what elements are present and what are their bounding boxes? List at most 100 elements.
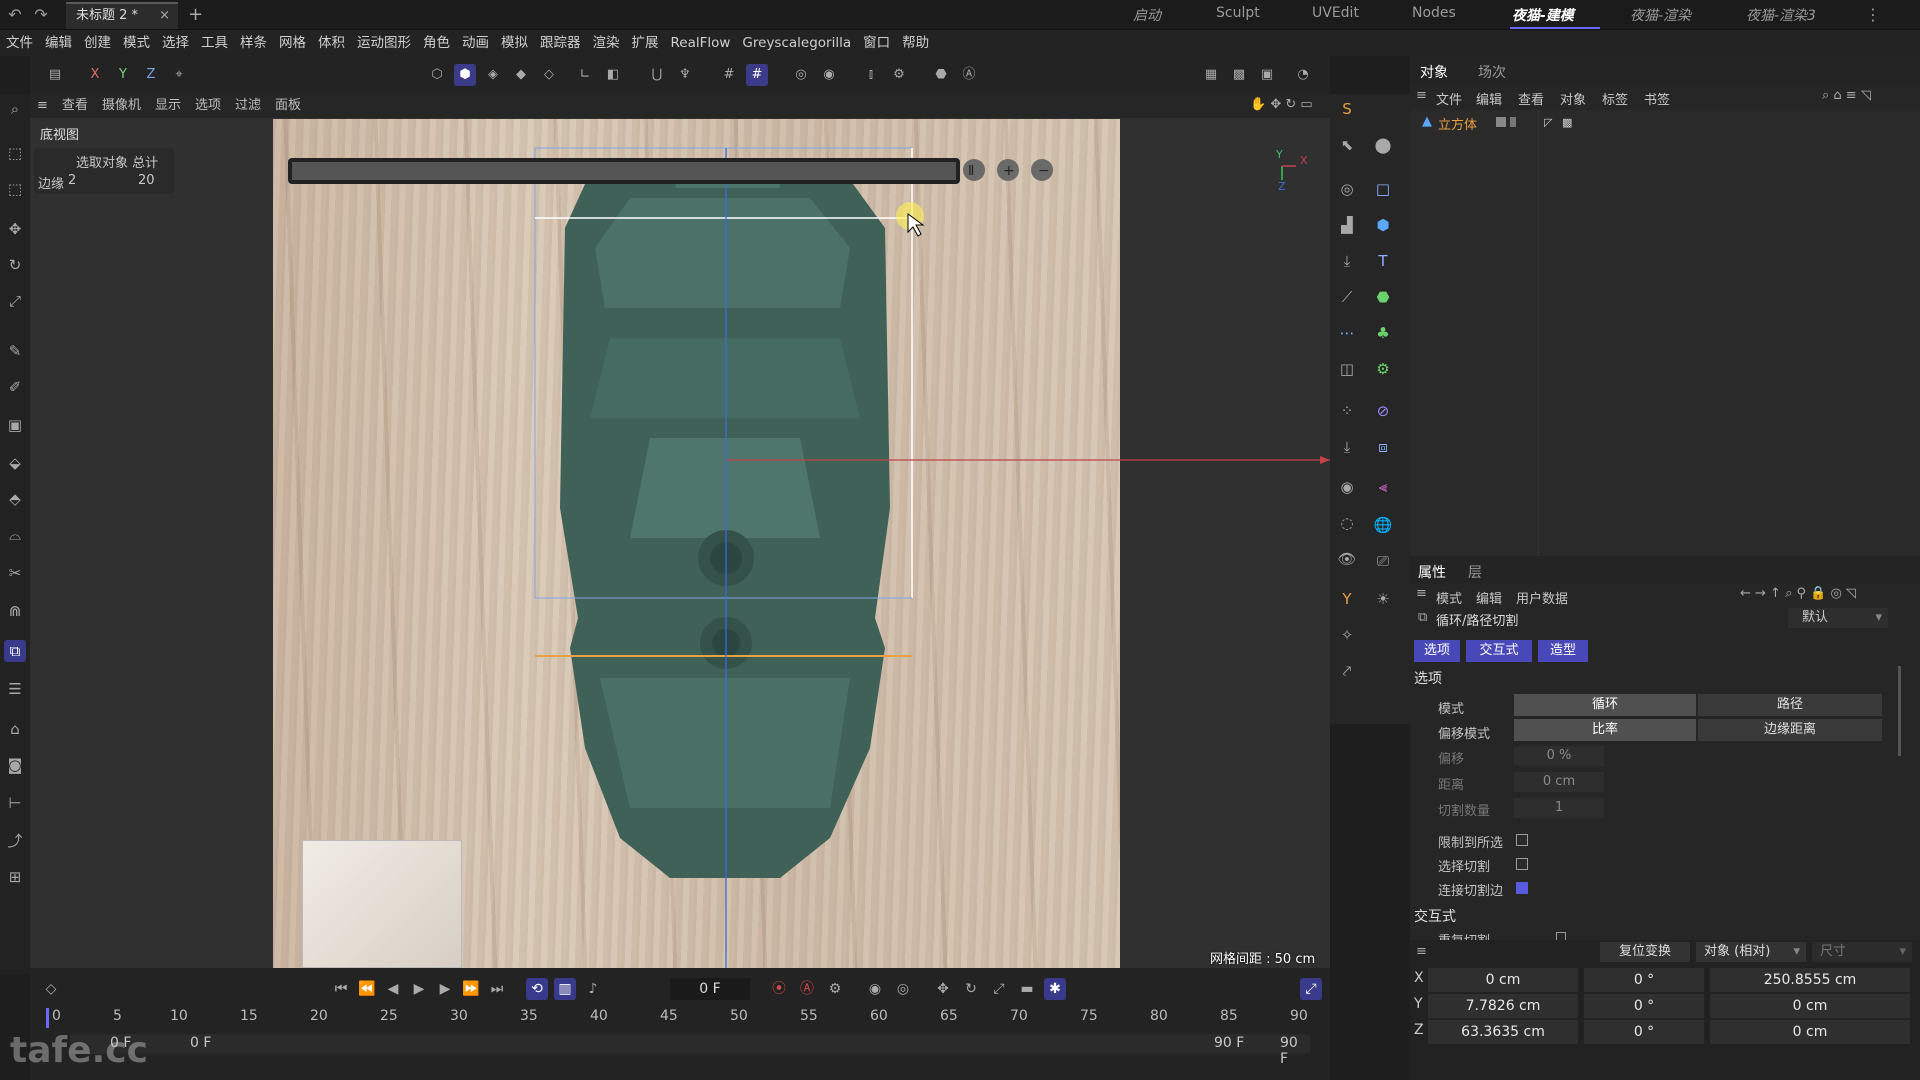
pos-x-field[interactable]: 0 cm [1428,968,1578,992]
layout-tab-render[interactable]: 夜猫-渲染 [1630,5,1691,25]
soft-select-icon[interactable]: ⤴ [4,830,26,852]
render-picture-icon[interactable]: ▩ [1228,64,1250,86]
playhead[interactable] [46,1008,49,1028]
axis-y-toggle[interactable]: Y [112,64,134,86]
objects-menu-edit[interactable]: 编辑 [1476,89,1502,108]
bevel-icon[interactable]: ⬘ [4,488,26,510]
menu-create[interactable]: 创建 [78,30,117,56]
light-icon[interactable]: ☀ [1372,588,1394,610]
menu-render[interactable]: 渲染 [587,30,626,56]
measure-icon[interactable]: ⊞ [4,866,26,888]
viewport-menu-icon[interactable]: ≡ [30,94,55,118]
render-queue-icon[interactable]: ▣ [1256,64,1278,86]
undo-icon[interactable]: ↶ [4,4,26,26]
key-pla-icon[interactable]: ✱ [1044,978,1066,1000]
frame-ruler[interactable]: 0 5 10 15 20 25 30 35 40 45 50 55 60 65 … [42,1006,1322,1032]
preview-range-bar[interactable]: 0 F 0 F 90 F 90 F [70,1034,1310,1067]
scale-icon[interactable]: ⤢ [4,290,26,312]
viewport-menu-options[interactable]: 选项 [188,94,228,118]
polygons-mode-icon[interactable]: ◇ [538,64,560,86]
grid-dots-icon[interactable]: ⁘ [1336,400,1358,422]
motion-icon[interactable]: ◉ [864,978,886,1000]
size-z-field[interactable]: 0 cm [1710,1020,1910,1044]
floor-icon[interactable]: ▟ [1336,214,1358,236]
record-icon[interactable]: ⦿ [768,978,790,1000]
tab-objects[interactable]: 对象 [1420,62,1448,82]
knife-icon[interactable]: ✂ [4,562,26,584]
menu-tools[interactable]: 工具 [195,30,234,56]
coords-menu-icon[interactable]: ≡ [1416,944,1427,959]
axis-z-toggle[interactable]: Z [140,64,162,86]
auto-key-record-icon[interactable]: Ⓐ [796,978,818,1000]
extrude-icon[interactable]: ⬙ [4,452,26,474]
prev-key-icon[interactable]: ⏪ [356,978,378,1000]
search-icon[interactable]: ⌕ [4,98,26,120]
objects-menu-tags[interactable]: 标签 [1602,89,1628,108]
document-tab[interactable]: 未标题 2 * × [66,2,178,29]
offset-mode-ratio-button[interactable]: 比率 [1514,719,1696,741]
axis-mode-icon[interactable]: ∟ [574,64,596,86]
cuts-field[interactable]: 1 [1514,798,1604,818]
layout-tab-render3[interactable]: 夜猫-渲染3 [1746,5,1816,25]
next-key-icon[interactable]: ⏩ [460,978,482,1000]
align-icon[interactable]: ⊢ [4,792,26,814]
objects-search-icon[interactable]: ⌕ ⌂ ≡ ◹ [1822,88,1871,103]
object-mode-icon[interactable]: ⬢ [454,64,476,86]
solo-icon[interactable]: ◧ [602,64,624,86]
range-start-2[interactable]: 0 F [190,1035,211,1051]
spark-icon[interactable]: ✧ [1336,624,1358,646]
workplane-icon[interactable]: # [718,64,740,86]
generator-gear-icon[interactable]: ⚙ [1372,358,1394,380]
select-tool-icon[interactable]: ⬉ [1336,134,1358,156]
text-icon[interactable]: T [1372,250,1394,272]
motion-settings-icon[interactable]: ◎ [892,978,914,1000]
menu-realflow[interactable]: RealFlow [665,30,737,56]
mirror-icon[interactable]: ◫ [1336,358,1358,380]
visibility-dots[interactable] [1510,117,1516,127]
distance-field[interactable]: 0 cm [1514,772,1604,792]
attributes-scrollbar[interactable] [1898,666,1901,756]
new-tab-button[interactable]: + [188,4,203,25]
viewport-menu-panel[interactable]: 面板 [268,94,308,118]
axis-tool-icon[interactable]: ⤤ [1336,660,1358,682]
mode-loop-button[interactable]: 循环 [1514,694,1696,716]
deformer-icon[interactable]: ⤓ [1336,250,1358,272]
range-end-2[interactable]: 90 F [1280,1035,1310,1067]
layout-tab-start[interactable]: 启动 [1133,5,1161,25]
redo-icon[interactable]: ↷ [30,4,52,26]
menu-mode[interactable]: 模式 [117,30,156,56]
preset-dropdown[interactable]: 默认 ▾ [1788,608,1888,628]
attributes-nav-icons[interactable]: ← → ↑ ⌕ ⚲ 🔒 ◎ ◹ [1740,586,1856,601]
visibility-icon[interactable]: ◉ [1336,476,1358,498]
bridge-icon[interactable]: ⌓ [4,524,26,546]
coord-mode-dropdown[interactable]: 对象 (相对) ▾ [1696,942,1806,962]
uvw-tag-icon[interactable]: ▩ [1562,116,1572,129]
tag-icon[interactable]: ⊘ [1372,400,1394,422]
goto-end-icon[interactable]: ⏭ [486,978,508,1000]
offset-mode-edge-distance-button[interactable]: 边缘距离 [1698,719,1882,741]
viewport[interactable]: 底视图 选取对象 总计 边缘 2 20 Ⅱ + − Y X Z 网格间距: 5… [30,118,1330,968]
object-name[interactable]: 立方体 [1438,114,1477,133]
grid-snap-icon[interactable]: # [746,64,768,86]
next-frame-icon[interactable]: ▶ [434,978,456,1000]
drop-to-floor-icon[interactable]: ⤓ [1336,436,1358,458]
magnet-icon[interactable]: ⋒ [4,600,26,622]
tab-layers[interactable]: 层 [1468,562,1482,582]
menu-tracker[interactable]: 跟踪器 [534,30,587,56]
attributes-menu-edit[interactable]: 编辑 [1476,588,1502,607]
subtab-shaping[interactable]: 造型 [1538,640,1588,662]
select-cut-checkbox[interactable] [1516,858,1528,870]
settings-gear-icon[interactable]: ⚙ [888,64,910,86]
edges-mode-icon[interactable]: ◆ [510,64,532,86]
goto-start-icon[interactable]: ⏮ [330,978,352,1000]
size-mode-dropdown[interactable]: 尺寸 ▾ [1812,942,1912,962]
axis-x-toggle[interactable]: X [84,64,106,86]
slide-icon[interactable]: ☰ [4,678,26,700]
menu-mesh[interactable]: 网格 [273,30,312,56]
menu-character[interactable]: 角色 [417,30,456,56]
tab-attributes[interactable]: 属性 [1418,562,1446,582]
cut-slider[interactable] [288,158,960,184]
rect-selection-icon[interactable]: ⬚ [4,178,26,200]
brush-icon[interactable]: ✎ [4,340,26,362]
objects-menu-object[interactable]: 对象 [1560,89,1586,108]
